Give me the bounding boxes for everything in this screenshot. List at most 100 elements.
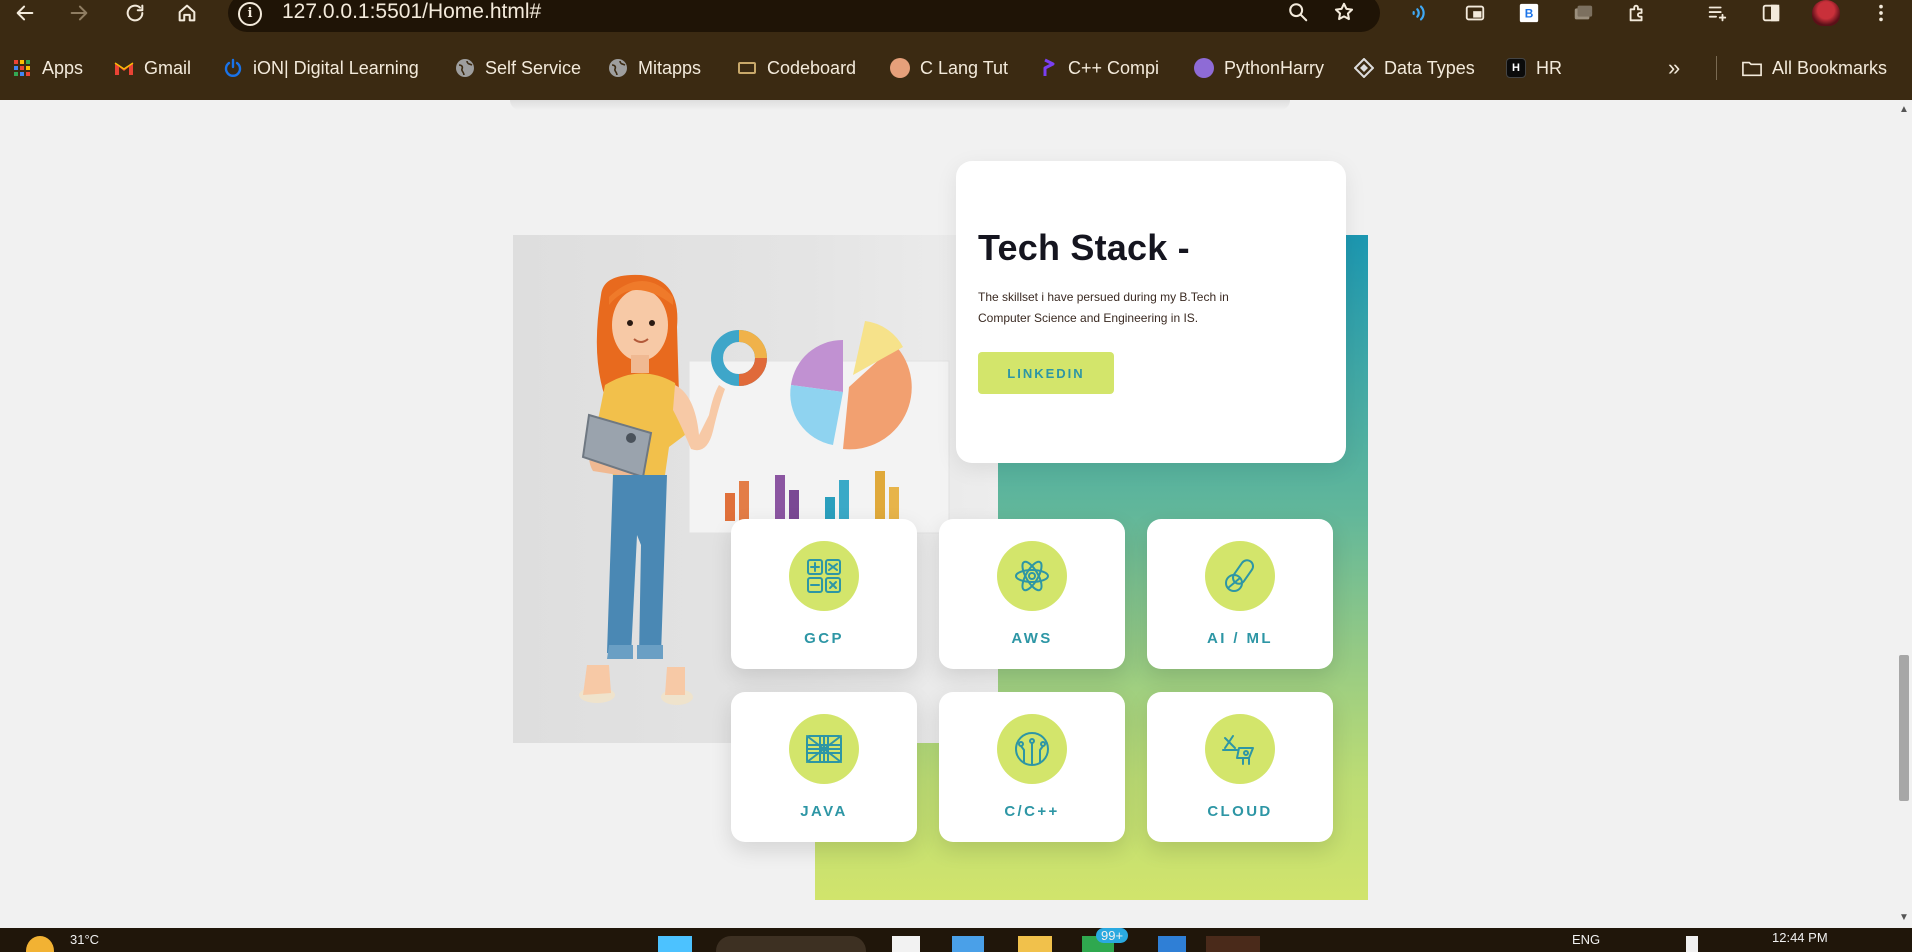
skill-label: C/C++	[1004, 803, 1060, 820]
all-bookmarks-button[interactable]: All Bookmarks	[1742, 52, 1887, 84]
bookmark-apps[interactable]: Apps	[12, 52, 83, 84]
section-title: Tech Stack -	[978, 227, 1190, 268]
atom-icon	[997, 541, 1067, 611]
globe-icon	[455, 58, 475, 78]
toolbar: i 127.0.0.1:5501/Home.html# B	[0, 0, 1912, 32]
windows-taskbar: 31°C 99+ ENG 12:44 PM	[0, 928, 1912, 952]
menu-kebab-icon[interactable]	[1866, 0, 1896, 26]
more-bookmarks-chevron-icon[interactable]: »	[1668, 52, 1680, 84]
bookmark-label: Codeboard	[767, 57, 857, 78]
zoom-icon[interactable]	[1284, 0, 1312, 26]
chrome-taskbar-button[interactable]	[1206, 936, 1260, 952]
start-windows-icon[interactable]	[658, 936, 692, 952]
skill-label: GCP	[804, 630, 844, 647]
bookmark-label: iON| Digital Learning	[253, 57, 419, 78]
bookmarks-bar: Apps Gmail iON| Digital Learning Self Se…	[0, 52, 1912, 84]
skill-card-aws[interactable]: AWS	[939, 519, 1125, 669]
forward-button[interactable]	[64, 0, 94, 26]
volume-icon[interactable]	[1686, 936, 1698, 952]
skill-card-ai-ml[interactable]: AI / ML	[1147, 519, 1333, 669]
all-bookmarks-label: All Bookmarks	[1772, 57, 1888, 78]
task-view-icon[interactable]	[892, 936, 920, 952]
bookmark-c-lang-tut[interactable]: C Lang Tut	[890, 52, 1008, 84]
tab-groups-icon[interactable]	[1568, 0, 1598, 26]
svg-text:B: B	[1525, 7, 1534, 21]
bookmark-ion[interactable]: iON| Digital Learning	[223, 52, 419, 84]
scrollbar-thumb[interactable]	[1899, 655, 1909, 801]
gmail-icon	[114, 58, 134, 78]
bookmark-pythonharry[interactable]: PythonHarry	[1194, 52, 1324, 84]
skill-label: JAVA	[800, 803, 848, 820]
union-jack-icon	[789, 714, 859, 784]
weather-sun-icon[interactable]	[26, 936, 54, 952]
language-indicator[interactable]: ENG	[1572, 932, 1600, 947]
power-icon	[223, 58, 243, 78]
avatar-icon	[1194, 58, 1214, 78]
clock-time[interactable]: 12:44 PM	[1772, 930, 1828, 945]
hackerrank-icon: H	[1506, 58, 1526, 78]
bookmark-label: Self Service	[485, 57, 582, 78]
hardware-icon	[1205, 714, 1275, 784]
linkedin-button[interactable]: LINKEDIN	[978, 352, 1114, 394]
taskbar-search-box[interactable]	[716, 936, 866, 952]
profile-avatar[interactable]	[1812, 0, 1840, 26]
skill-label: AI / ML	[1207, 630, 1273, 647]
browser-chrome: i 127.0.0.1:5501/Home.html# B Apps Gmail…	[0, 0, 1912, 100]
skill-label: AWS	[1011, 630, 1053, 647]
bookmark-label: HR	[1536, 57, 1562, 78]
bookmark-cpp-compi[interactable]: C++ Compi	[1038, 52, 1159, 84]
site-info-icon[interactable]: i	[238, 2, 262, 26]
apps-grid-icon	[12, 58, 32, 78]
page-scrollbar[interactable]: ▲ ▼	[1896, 100, 1912, 928]
picture-in-picture-icon[interactable]	[1460, 0, 1490, 26]
reload-button[interactable]	[120, 0, 150, 26]
bookmark-label: Data Types	[1384, 57, 1475, 78]
codeboard-icon	[737, 58, 757, 78]
skill-card-cloud[interactable]: CLOUD	[1147, 692, 1333, 842]
home-button[interactable]	[172, 0, 202, 26]
bookmark-label: PythonHarry	[1224, 57, 1325, 78]
skill-label: CLOUD	[1207, 803, 1273, 820]
globe-icon	[608, 58, 628, 78]
avatar-icon	[890, 58, 910, 78]
media-cast-icon[interactable]	[1406, 0, 1436, 26]
page-viewport: Tech Stack - The skillset i have persued…	[0, 100, 1896, 928]
bookmark-label: C++ Compi	[1068, 57, 1160, 78]
skill-card-gcp[interactable]: GCP	[731, 519, 917, 669]
address-bar[interactable]: i 127.0.0.1:5501/Home.html#	[228, 0, 1380, 32]
side-panel-icon[interactable]	[1756, 0, 1786, 26]
section-description: The skillset i have persued during my B.…	[978, 290, 1229, 325]
url-text[interactable]: 127.0.0.1:5501/Home.html#	[282, 0, 541, 24]
compiler-icon	[1038, 58, 1058, 78]
reload-icon	[126, 4, 144, 22]
reading-list-icon[interactable]	[1702, 0, 1732, 26]
bookmarks-divider	[1716, 56, 1717, 80]
tech-stack-intro-card: Tech Stack - The skillset i have persued…	[956, 161, 1346, 463]
arrow-left-icon	[16, 5, 34, 21]
bookmark-codeboard[interactable]: Codeboard	[737, 52, 856, 84]
extension-b-icon[interactable]: B	[1514, 0, 1544, 26]
bookmark-mitapps[interactable]: Mitapps	[608, 52, 701, 84]
scroll-down-arrow-icon[interactable]: ▼	[1899, 912, 1909, 924]
bookmark-label: Gmail	[144, 57, 192, 78]
skill-card-c-cpp[interactable]: C/C++	[939, 692, 1125, 842]
bookmark-data-types[interactable]: Data Types	[1354, 52, 1475, 84]
vscode-icon[interactable]	[1158, 936, 1186, 952]
skill-card-java[interactable]: JAVA	[731, 692, 917, 842]
bookmark-hr[interactable]: H HR	[1506, 52, 1562, 84]
back-button[interactable]	[10, 0, 40, 26]
file-explorer-icon[interactable]	[1018, 936, 1052, 952]
diamond-icon	[1354, 58, 1374, 78]
extensions-puzzle-icon[interactable]	[1622, 0, 1652, 26]
bookmark-label: Mitapps	[638, 57, 702, 78]
home-icon	[178, 4, 196, 22]
scroll-up-arrow-icon[interactable]: ▲	[1899, 104, 1909, 116]
circuit-icon	[997, 714, 1067, 784]
capsule-icon	[1205, 541, 1275, 611]
weather-temperature[interactable]: 31°C	[70, 932, 99, 947]
bookmark-self-service[interactable]: Self Service	[455, 52, 581, 84]
bookmark-star-icon[interactable]	[1330, 0, 1358, 26]
bookmark-gmail[interactable]: Gmail	[114, 52, 191, 84]
store-icon[interactable]	[952, 936, 984, 952]
grid-icon	[789, 541, 859, 611]
